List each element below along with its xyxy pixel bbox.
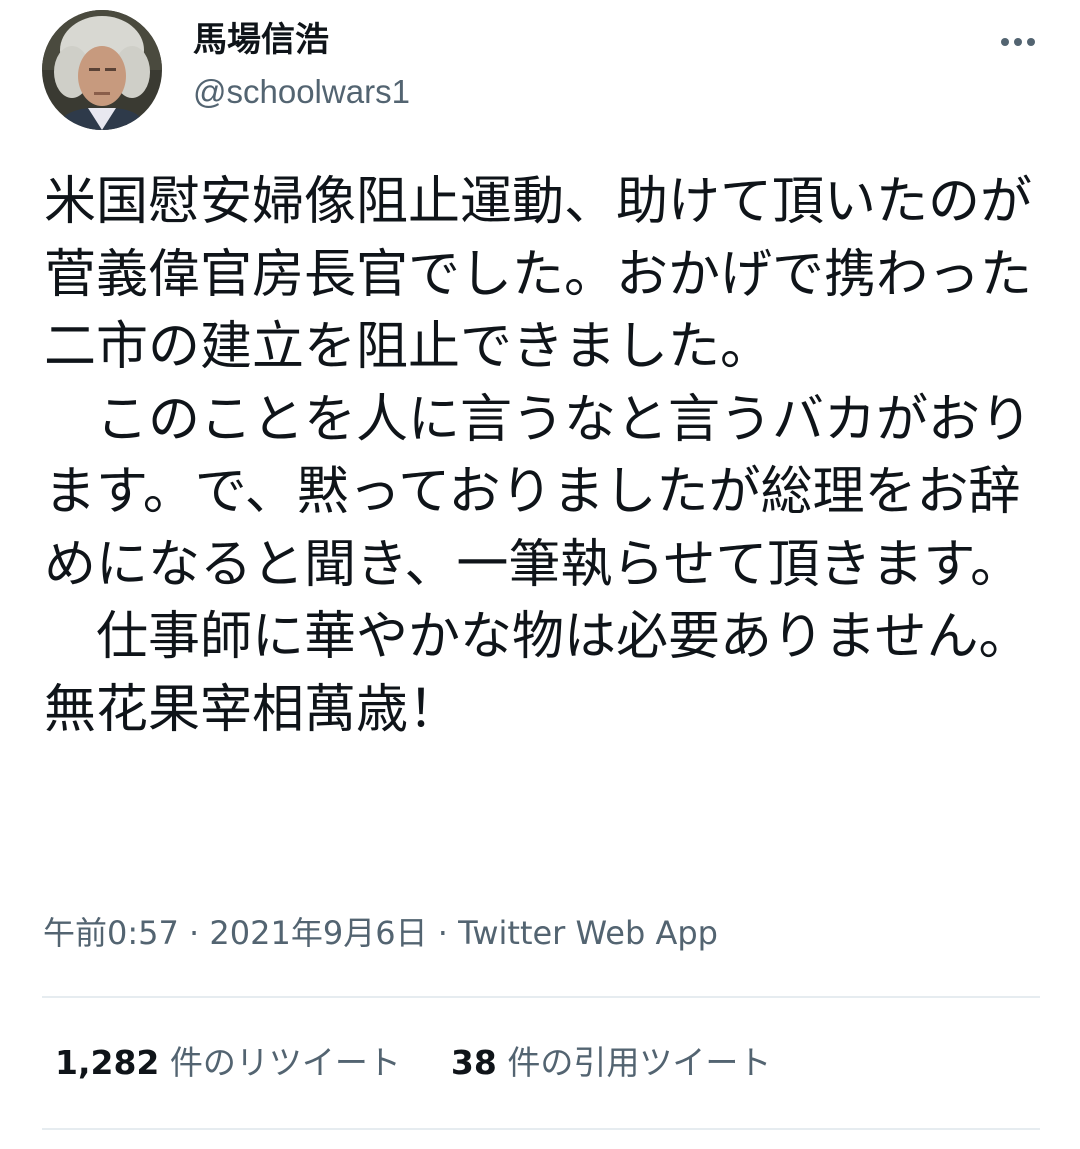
tweet-date[interactable]: 2021年9月6日 <box>209 914 427 952</box>
retweets-count: 1,282 <box>55 1043 160 1082</box>
retweets-stat[interactable]: 1,282 件のリツイート <box>55 1040 401 1086</box>
more-options-button[interactable] <box>990 22 1046 62</box>
quote-tweets-count: 38 <box>450 1043 497 1082</box>
retweets-label: 件のリツイート <box>169 1043 401 1082</box>
display-name[interactable]: 馬場信浩 <box>193 18 329 62</box>
tweet-meta: 午前0:57 · 2021年9月6日 · Twitter Web App <box>43 910 718 956</box>
quote-tweets-label: 件の引用ツイート <box>507 1043 772 1082</box>
tweet-source-link[interactable]: Twitter Web App <box>458 914 718 952</box>
tweet-time[interactable]: 午前0:57 <box>43 914 179 952</box>
quote-tweets-stat[interactable]: 38 件の引用ツイート <box>451 1040 771 1086</box>
meta-separator: · <box>178 914 210 952</box>
more-horizontal-icon <box>1001 38 1035 46</box>
meta-separator: · <box>427 914 459 952</box>
tweet-stats: 1,282 件のリツイート 38 件の引用ツイート <box>55 1040 771 1086</box>
user-handle[interactable]: @schoolwars1 <box>193 70 410 114</box>
avatar[interactable] <box>42 10 162 130</box>
tweet-text: 米国慰安婦像阻止運動、助けて頂いたのが菅義偉官房長官でした。おかげで携わった二市… <box>44 172 1033 740</box>
profile-photo <box>42 10 162 130</box>
divider <box>42 996 1040 998</box>
divider <box>42 1128 1040 1130</box>
